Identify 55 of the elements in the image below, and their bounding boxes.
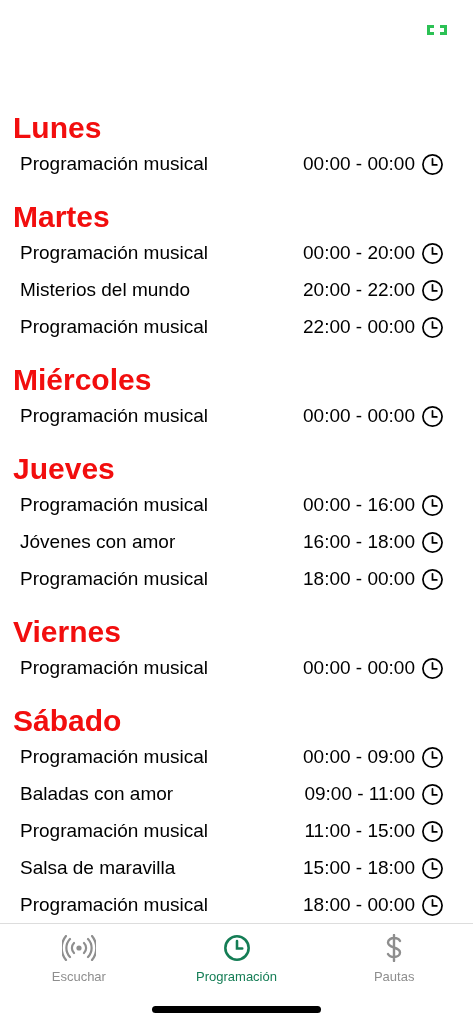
show-time: 00:00 - 09:00 [303,745,415,770]
show-title: Programación musical [20,152,209,177]
show-title: Programación musical [20,656,209,681]
show-title: Programación musical [20,241,209,266]
show-time: 00:00 - 20:00 [303,241,415,266]
show-time: 00:00 - 00:00 [303,656,415,681]
show-time: 09:00 - 11:00 [304,782,415,807]
clock-icon [421,494,444,517]
broadcast-icon [61,935,96,961]
show-time: 16:00 - 18:00 [303,530,415,555]
clock-icon [421,857,444,880]
show-time: 18:00 - 00:00 [303,893,415,918]
day-heading: Martes [12,199,111,235]
show-title: Programación musical [20,315,209,340]
clock-icon [421,820,444,843]
clock-icon [421,531,444,554]
show-time: 18:00 - 00:00 [303,567,415,592]
clock-icon [421,153,444,176]
clock-icon [421,746,444,769]
show-title: Programación musical [20,745,209,770]
clock-icon [421,894,444,917]
clock-icon [421,405,444,428]
clock-icon [222,934,251,962]
show-title: Jóvenes con amor [20,530,177,555]
show-title: Programación musical [20,404,209,429]
day-heading: Sábado [12,703,123,739]
tab[interactable]: Escuchar [0,924,158,1024]
day-heading: Jueves [12,451,116,487]
show-time: 22:00 - 00:00 [303,315,415,340]
show-time: 00:00 - 00:00 [303,404,415,429]
show-time: 11:00 - 15:00 [304,819,415,844]
clock-icon [421,568,444,591]
day-heading: Miércoles [12,362,153,398]
show-title: Programación musical [20,819,209,844]
show-time: 00:00 - 16:00 [303,493,415,518]
clock-icon [421,316,444,339]
tab[interactable]: Pautas [315,924,473,1024]
clock-icon [421,657,444,680]
show-title: Baladas con amor [20,782,175,807]
show-title: Programación musical [20,567,209,592]
clock-icon [421,783,444,806]
dollar-icon [385,934,404,962]
show-time: 00:00 - 00:00 [303,152,415,177]
show-title: Programación musical [20,893,209,918]
tab[interactable]: Programación [157,924,316,1024]
show-title: Misterios del mundo [20,278,192,303]
clock-icon [421,242,444,265]
day-heading: Viernes [12,614,122,650]
show-time: 20:00 - 22:00 [303,278,415,303]
brackets-icon[interactable] [427,25,447,35]
day-heading: Lunes [12,110,103,146]
show-time: 15:00 - 18:00 [303,856,415,881]
show-title: Salsa de maravilla [20,856,177,881]
clock-icon [421,279,444,302]
show-title: Programación musical [20,493,209,518]
